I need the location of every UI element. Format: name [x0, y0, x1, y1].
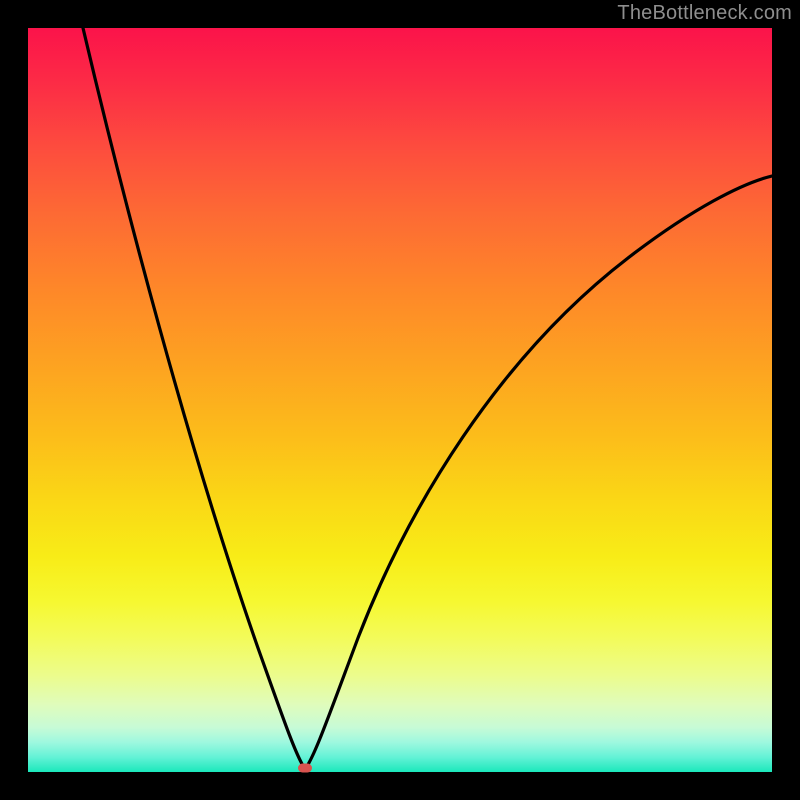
watermark-text: TheBottleneck.com — [617, 2, 792, 25]
plot-area — [28, 28, 772, 772]
minimum-marker — [298, 764, 312, 773]
bottleneck-curve — [28, 28, 772, 772]
chart-frame: TheBottleneck.com — [0, 0, 800, 800]
